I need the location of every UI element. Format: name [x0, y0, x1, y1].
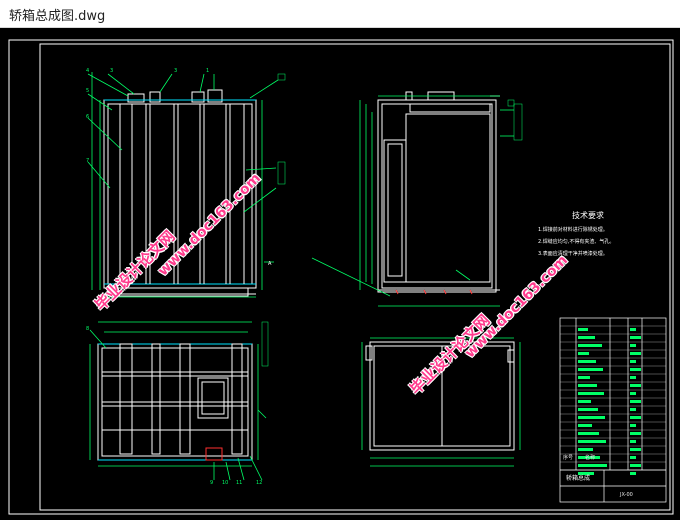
bom-entry-mark: [630, 336, 641, 339]
bom-entry-mark: [578, 392, 604, 395]
svg-text:4: 4: [86, 68, 89, 74]
title-block-header-left: 序号: [563, 455, 574, 461]
title-block-part-name: 轿箱总成: [566, 475, 591, 482]
title-block-drawing-number: JX-00: [620, 492, 633, 498]
svg-text:11: 11: [236, 480, 242, 486]
outer-frame: [8, 39, 674, 515]
bom-entry-mark: [630, 344, 636, 347]
tech-requirements-title: 技术要求: [572, 211, 604, 220]
svg-text:A: A: [268, 261, 272, 267]
bom-entry-mark: [578, 360, 596, 363]
plan-view: [97, 343, 253, 461]
bom-entry-mark: [630, 384, 641, 387]
bom-entry-mark: [578, 352, 589, 355]
bom-entry-mark: [578, 344, 602, 347]
bom-entry-mark: [578, 384, 597, 387]
bom-entry-mark: [630, 440, 636, 443]
svg-text:3: 3: [174, 68, 177, 74]
bom-entry-mark: [578, 408, 598, 411]
bom-entry-mark: [630, 352, 641, 355]
bom-entry-mark: [578, 328, 588, 331]
title-block-header-right: 名称: [585, 455, 596, 461]
svg-text:9: 9: [210, 480, 213, 486]
svg-text:1: 1: [206, 68, 209, 74]
bom-entry-mark: [630, 360, 636, 363]
bom-entry-mark: [630, 472, 636, 475]
tech-requirement-line: 2.焊缝应均匀,不得有夹渣、气孔。: [538, 239, 615, 245]
window-titlebar: 轿箱总成图.dwg: [0, 0, 680, 28]
bom-entry-mark: [578, 400, 591, 403]
side-view: [377, 91, 500, 293]
bom-entry-mark: [630, 368, 641, 371]
svg-text:6: 6: [86, 114, 89, 120]
bom-entry-mark: [578, 448, 593, 451]
bom-entry-mark: [578, 464, 607, 467]
bom-entry-mark: [578, 376, 590, 379]
bom-entry-mark: [630, 408, 636, 411]
bom-entry-mark: [578, 368, 603, 371]
bom-entry-mark: [630, 416, 641, 419]
svg-text:7: 7: [86, 158, 89, 164]
bom-entry-mark: [630, 432, 641, 435]
bom-entry-mark: [578, 440, 606, 443]
bom-entry-mark: [630, 328, 636, 331]
drawing-canvas[interactable]: 4 3 3 1 5 6 7 A 8 9 10 11 12 技术要求 1.焊接前对材料进行…: [0, 28, 680, 520]
svg-text:3: 3: [110, 68, 113, 74]
bom-entry-mark: [578, 336, 595, 339]
svg-text:8: 8: [86, 326, 89, 332]
bom-entry-mark: [630, 376, 636, 379]
bom-entry-mark: [630, 424, 636, 427]
window-title: 轿箱总成图.dwg: [9, 9, 106, 24]
cad-drawing: 4 3 3 1 5 6 7 A 8 9 10 11 12: [8, 39, 674, 515]
tech-requirement-line: 1.焊接前对材料进行除锈处理。: [538, 227, 608, 233]
svg-text:5: 5: [86, 88, 89, 94]
bom-entry-mark: [630, 456, 636, 459]
bom-entry-mark: [578, 432, 599, 435]
side-view-dims: [311, 95, 514, 307]
bom-entry-mark: [630, 400, 641, 403]
bom-entry-mark: [630, 392, 636, 395]
bom-entry-mark: [578, 424, 592, 427]
svg-text:10: 10: [222, 480, 228, 486]
bom-entry-mark: [578, 416, 605, 419]
bom-entry-mark: [630, 448, 641, 451]
svg-text:12: 12: [256, 480, 262, 486]
tech-requirement-line: 3.表面应清理干净并喷漆处理。: [538, 251, 608, 257]
bom-entry-mark: [630, 464, 641, 467]
